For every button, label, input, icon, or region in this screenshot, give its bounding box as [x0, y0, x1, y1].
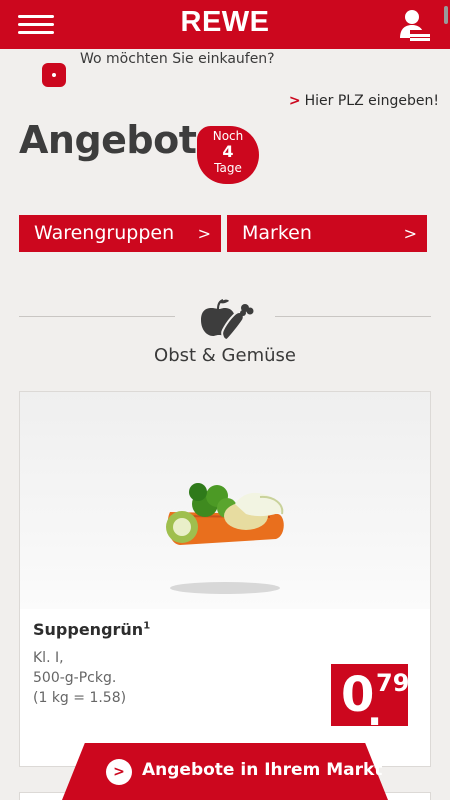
- cta-label: Angebote in Ihrem Markt: [142, 760, 383, 780]
- rewe-logo[interactable]: REWE: [0, 6, 450, 39]
- chevron-right-icon: >: [288, 93, 301, 109]
- product-detail-class: Kl. I,: [33, 650, 64, 666]
- chevron-right-icon: >: [403, 224, 417, 243]
- location-question: Wo möchten Sie einkaufen?: [80, 51, 275, 67]
- location-pin-icon[interactable]: [42, 63, 66, 87]
- plz-link-label: Hier PLZ eingeben!: [304, 93, 439, 109]
- scrollbar[interactable]: [444, 6, 448, 24]
- page-title: Angebote: [19, 118, 222, 162]
- marken-button[interactable]: Marken >: [227, 215, 427, 252]
- warengruppen-label: Warengruppen: [34, 222, 175, 244]
- app-header: REWE: [0, 0, 450, 49]
- section-divider: [19, 316, 175, 317]
- marken-label: Marken: [242, 222, 312, 244]
- section-divider: [275, 316, 431, 317]
- footnote-marker: 1: [143, 620, 151, 632]
- product-name-text: Suppengrün: [33, 620, 144, 639]
- warengruppen-button[interactable]: Warengruppen >: [19, 215, 221, 252]
- days-remaining-badge: Noch 4 Tage: [197, 126, 259, 184]
- badge-line-1: Noch: [212, 129, 244, 143]
- chevron-right-circle-icon: >: [106, 759, 132, 785]
- product-image: [20, 392, 430, 609]
- product-detail-pack: 500-g-Pckg.: [33, 670, 117, 686]
- price-separator: .: [367, 689, 383, 735]
- user-profile-icon[interactable]: [398, 6, 430, 44]
- chevron-right-icon: >: [197, 224, 211, 243]
- product-detail-unit-price: (1 kg = 1.58): [33, 690, 127, 706]
- product-details: Kl. I, 500-g-Pckg. (1 kg = 1.58): [33, 648, 126, 708]
- fruit-vegetable-icon: [201, 299, 254, 342]
- plz-entry-link[interactable]: > Hier PLZ eingeben!: [289, 93, 439, 109]
- product-card[interactable]: Suppengrün1 Kl. I, 500-g-Pckg. (1 kg = 1…: [19, 391, 431, 767]
- angebote-im-markt-button[interactable]: > Angebote in Ihrem Markt: [62, 743, 388, 800]
- price-cents: 79: [376, 669, 410, 697]
- section-title: Obst & Gemüse: [154, 345, 296, 366]
- badge-days-count: 4: [222, 142, 234, 161]
- badge-line-3: Tage: [214, 161, 242, 175]
- price-tag: 0 . 79: [331, 664, 410, 732]
- product-name: Suppengrün1: [33, 620, 150, 639]
